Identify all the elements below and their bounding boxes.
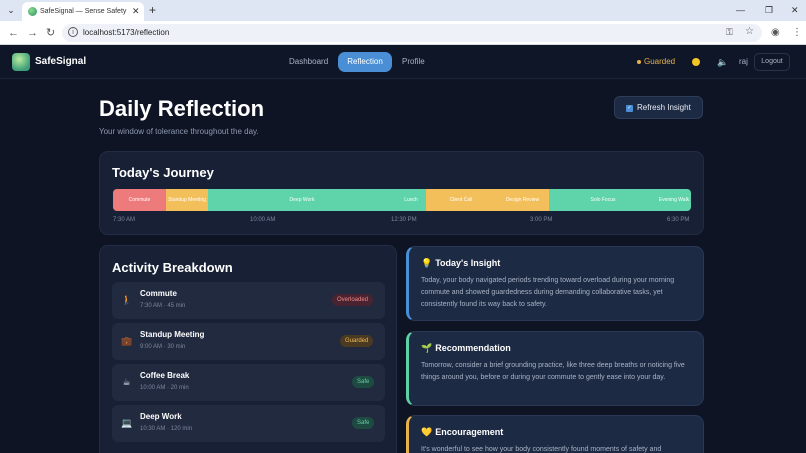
timeline-segment[interactable]: Solo Focus [549,189,657,211]
activity-name: Deep Work [140,412,182,421]
nav-reflection[interactable]: Reflection [338,52,392,72]
todays-insight-heading: 💡 Today's Insight [421,257,500,269]
journey-card: Today's Journey Commute Standup Meeting De… [99,151,704,235]
page-title: Daily Reflection [99,96,265,121]
recommendation-card: 🌱 Recommendation Tomorrow, consider a bri… [406,331,704,406]
activity-item-coffee-break[interactable]: ☕ Coffee Break 10:00 AM · 20 min Safe [112,364,385,401]
activity-meta: 9:00 AM · 30 min [140,344,186,350]
browser-tab-bar: ⌄ SafeSignal — Sense Safety Befo ✕ + — ❐… [0,0,806,21]
reload-icon[interactable]: ↻ [46,26,55,40]
encouragement-heading: 💛 Encouragement [421,426,503,438]
encouragement-body: It's wonderful to see how your body cons… [421,446,662,453]
journey-timeline: Commute Standup Meeting Deep Work Lunch Clie… [113,189,691,211]
forward-icon[interactable]: → [27,26,38,40]
coffee-icon: ☕ [122,377,131,387]
minimize-icon[interactable]: — [736,4,745,16]
status-badge: Safe [352,376,375,388]
url-text[interactable]: localhost:5173/reflection [83,27,169,39]
recommendation-body: Tomorrow, consider a brief grounding pra… [421,362,685,381]
tab-title: SafeSignal — Sense Safety Befo [40,8,128,15]
address-bar[interactable]: i localhost:5173/reflection ⚿ ☆ [62,24,762,42]
browser-toolbar: ← → ↻ i localhost:5173/reflection ⚿ ☆ ◉ … [0,21,806,45]
password-key-icon[interactable]: ⚿ [726,27,733,38]
nav-dashboard[interactable]: Dashboard [289,54,328,70]
activity-name: Standup Meeting [140,330,205,339]
activity-name: Commute [140,289,177,298]
more-menu-icon[interactable]: ⋮ [792,26,802,40]
timeline-tick: 7:30 AM [113,217,136,223]
briefcase-icon: 💼 [121,336,133,346]
refresh-check-icon: ✓ [626,105,633,112]
logout-button[interactable]: Logout [754,53,790,71]
activity-breakdown-title: Activity Breakdown [112,260,233,275]
browser-tab[interactable]: SafeSignal — Sense Safety Befo ✕ [22,2,144,21]
status-indicator-icon[interactable] [692,58,700,66]
page-subtitle: Your window of tolerance throughout the … [99,127,259,136]
logo-icon[interactable] [12,53,30,71]
lightbulb-icon: 💡 [421,258,433,268]
timeline-segment[interactable]: Client Call [426,189,496,211]
timeline-segment[interactable]: Lunch [396,189,426,211]
todays-insight-body: Today, your body navigated periods trend… [421,277,675,308]
status-badge: Guarded [340,335,374,347]
todays-insight-card: 💡 Today's Insight Today, your body naviga… [406,246,704,321]
journey-title: Today's Journey [112,165,214,180]
site-info-icon[interactable]: i [68,27,78,37]
encouragement-title: Encouragement [435,427,504,437]
new-tab-button[interactable]: + [149,3,156,17]
profile-icon[interactable]: ◉ [771,26,780,40]
recommendation-heading: 🌱 Recommendation [421,342,511,354]
activity-item-commute[interactable]: 🚶 Commute 7:30 AM · 45 min Overloaded [112,282,385,319]
close-tab-icon[interactable]: ✕ [132,6,140,17]
activity-meta: 7:30 AM · 45 min [140,303,186,309]
nav-profile[interactable]: Profile [402,54,425,70]
timeline-tick: 3:00 PM [530,217,553,223]
todays-insight-title: Today's Insight [435,258,501,268]
timeline-segment[interactable]: Evening Walk [657,189,691,211]
app-header: SafeSignal Dashboard Reflection Profile … [0,45,806,79]
timeline-segment[interactable]: Standup Meeting [166,189,208,211]
timeline-segment[interactable]: Design Review [496,189,549,211]
state-dot-icon [637,60,641,64]
status-badge: Safe [352,417,375,429]
timeline-segment[interactable]: Commute [113,189,166,211]
activity-name: Coffee Break [140,371,190,380]
timeline-segment[interactable]: Deep Work [208,189,396,211]
refresh-insight-button[interactable]: ✓ Refresh Insight [614,96,703,119]
state-label: Guarded [644,57,676,66]
activity-meta: 10:00 AM · 20 min [140,385,189,391]
timeline-tick: 6:30 PM [667,217,690,223]
encouragement-card: 💛 Encouragement It's wonderful to see how… [406,415,704,453]
walking-icon: 🚶 [121,295,133,305]
seedling-icon: 🌱 [421,343,433,353]
close-window-icon[interactable]: ✕ [791,4,799,16]
speaker-icon[interactable]: 🔈 [717,55,728,69]
laptop-icon: 💻 [121,418,133,428]
timeline-tick: 12:30 PM [391,217,417,223]
activity-meta: 10:30 AM · 120 min [140,426,193,432]
activity-item-standup[interactable]: 💼 Standup Meeting 9:00 AM · 30 min Guard… [112,323,385,360]
activity-item-deep-work[interactable]: 💻 Deep Work 10:30 AM · 120 min Safe [112,405,385,442]
recommendation-title: Recommendation [435,343,511,353]
refresh-insight-label: Refresh Insight [637,103,691,112]
timeline-tick: 10:00 AM [250,217,276,223]
activity-breakdown-card: Activity Breakdown 🚶 Commute 7:30 AM · 4… [99,245,397,453]
username: raj [739,57,748,66]
back-icon[interactable]: ← [8,26,19,40]
restore-icon[interactable]: ❐ [765,4,773,16]
heart-icon: 💛 [421,427,433,437]
status-badge: Overloaded [332,294,374,306]
brand-name[interactable]: SafeSignal [35,55,86,69]
tab-search-icon[interactable]: ⌄ [4,4,18,17]
bookmark-star-icon[interactable]: ☆ [745,26,754,37]
favicon-icon [28,7,37,16]
